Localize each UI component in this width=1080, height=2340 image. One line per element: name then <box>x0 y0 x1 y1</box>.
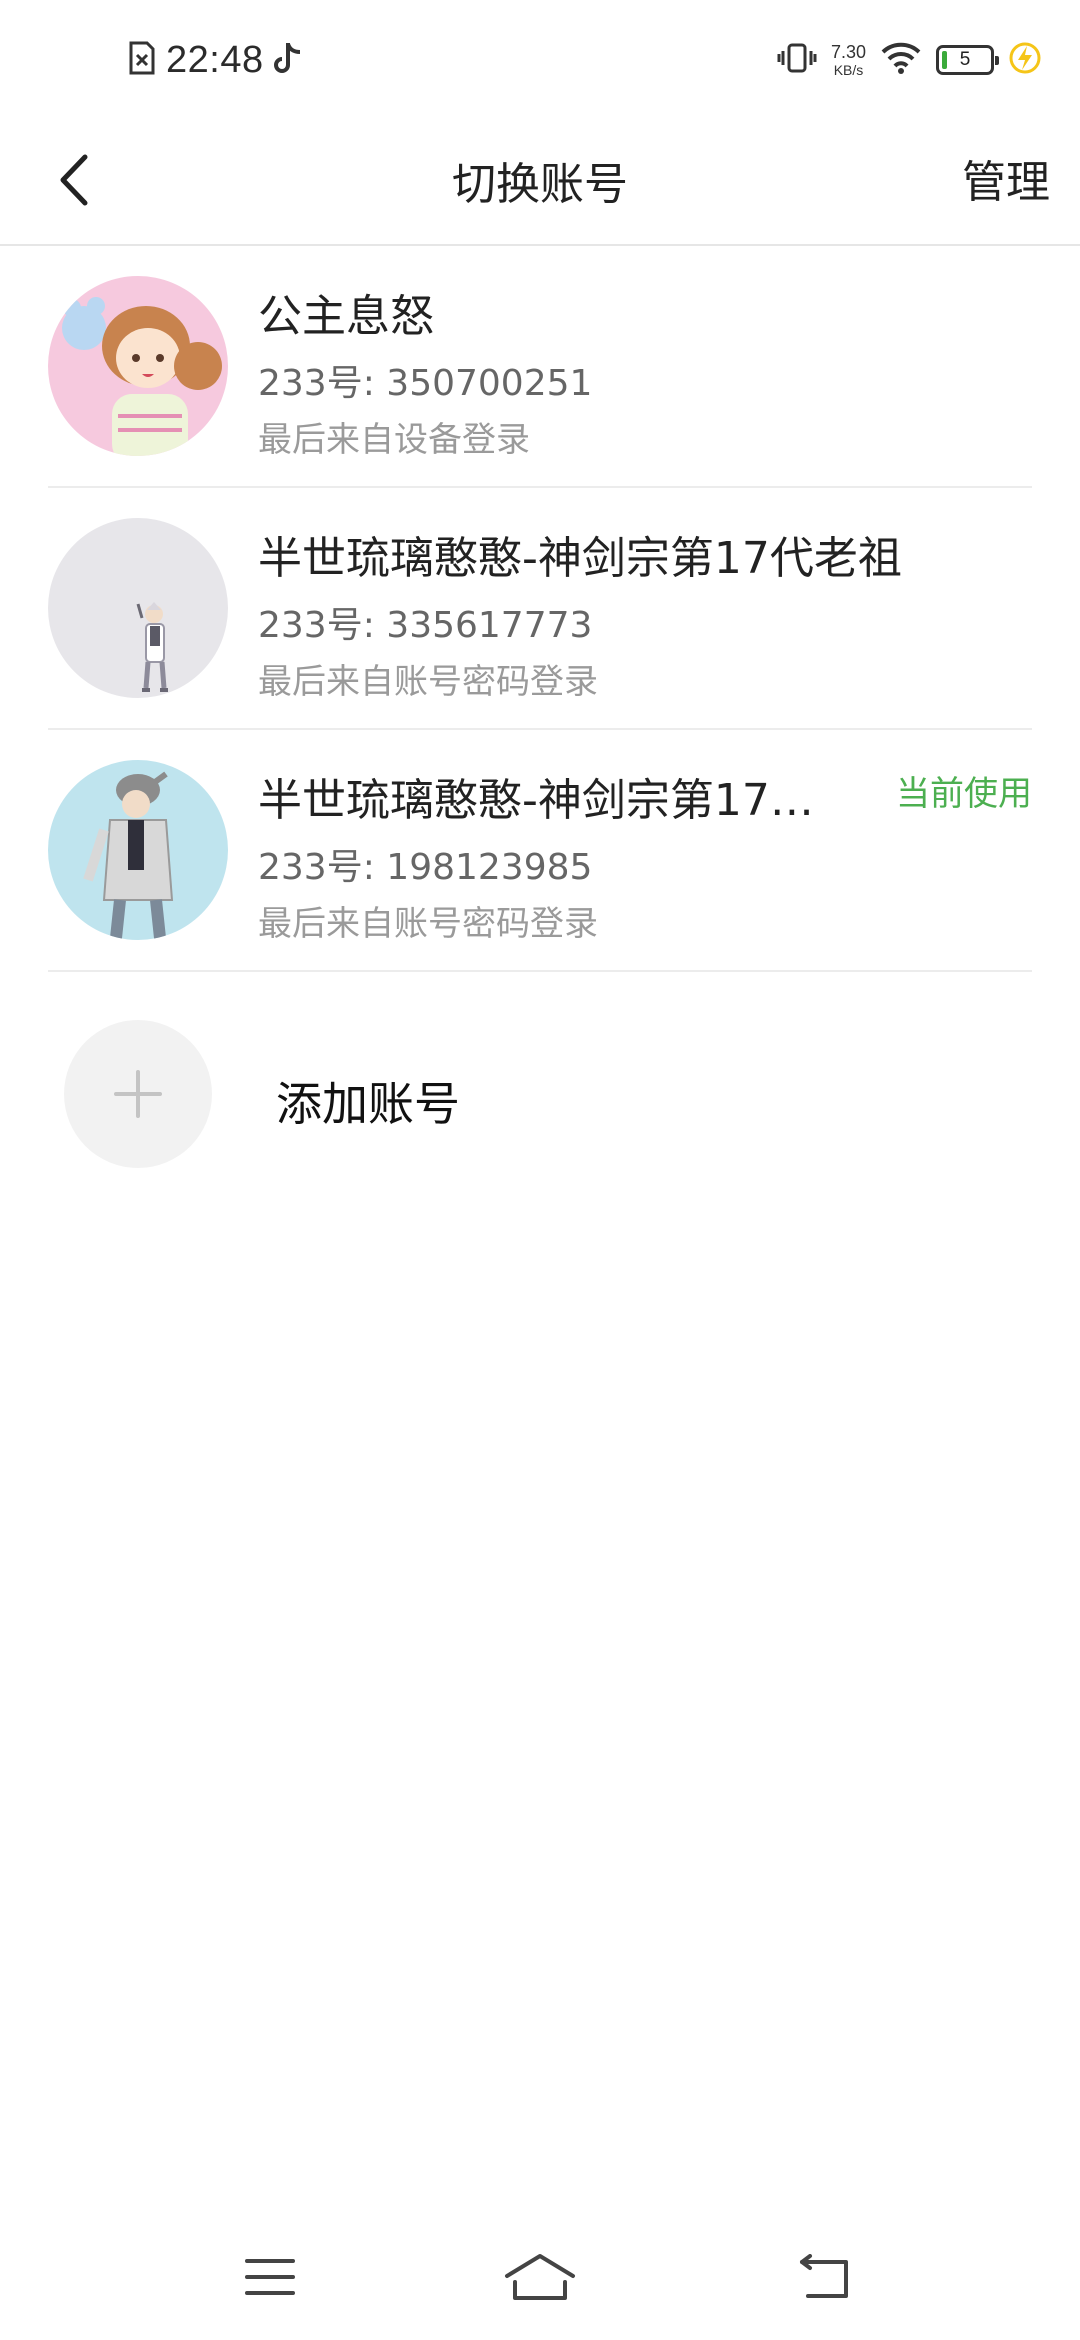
account-login-source: 最后来自账号密码登录 <box>258 904 598 944</box>
network-speed-value: 7.30 <box>830 42 866 62</box>
account-login-source: 最后来自设备登录 <box>258 420 530 460</box>
account-name: 半世琉璃憨憨-神剑宗第17代老祖 <box>258 533 902 584</box>
account-item-current[interactable]: 半世琉璃憨憨-神剑宗第17… 当前使用 233号: 198123985 最后来自… <box>48 730 1032 972</box>
manage-button[interactable]: 管理 <box>962 146 1050 210</box>
status-time: 22:48 <box>166 38 264 81</box>
charging-icon <box>1008 41 1042 79</box>
account-name: 半世琉璃憨憨-神剑宗第17… <box>258 775 814 826</box>
account-id: 233号: 350700251 <box>258 363 593 404</box>
account-item[interactable]: 半世琉璃憨憨-神剑宗第17代老祖 233号: 335617773 最后来自账号密… <box>48 488 1032 730</box>
network-speed: 7.30 KB/s <box>831 43 866 77</box>
sim-card-icon <box>128 40 156 80</box>
account-name: 公主息怒 <box>258 291 434 342</box>
back-nav-button[interactable] <box>778 2242 868 2312</box>
avatar <box>48 518 228 698</box>
account-id: 233号: 335617773 <box>258 605 593 646</box>
menu-nav-button[interactable] <box>225 2242 315 2312</box>
vibrate-icon <box>777 41 817 79</box>
avatar <box>48 276 228 456</box>
wifi-icon <box>880 41 922 79</box>
avatar <box>48 760 228 940</box>
account-login-source: 最后来自账号密码登录 <box>258 662 598 702</box>
home-nav-button[interactable] <box>495 2242 585 2312</box>
battery-level: 5 <box>959 49 971 70</box>
plus-icon <box>114 1070 162 1118</box>
account-id: 233号: 198123985 <box>258 847 593 888</box>
app-bar: 切换账号 管理 <box>0 118 1080 246</box>
add-account-label: 添加账号 <box>276 1077 460 1131</box>
system-nav-bar <box>0 2220 1080 2340</box>
page-title: 切换账号 <box>452 159 628 210</box>
add-account-button[interactable]: 添加账号 <box>48 1002 1032 1182</box>
add-account-circle <box>64 1020 212 1168</box>
status-right: 7.30 KB/s 5 <box>777 34 1042 86</box>
menu-icon <box>245 2259 295 2295</box>
tiktok-icon <box>273 41 304 79</box>
current-account-badge: 当前使用 <box>896 774 1032 814</box>
status-bar: 22:48 7.30 KB/s 5 <box>0 0 1080 118</box>
account-item[interactable]: 公主息怒 233号: 350700251 最后来自设备登录 <box>48 246 1032 488</box>
home-icon <box>505 2254 575 2300</box>
back-nav-icon <box>800 2254 848 2298</box>
network-speed-unit: KB/s <box>833 62 864 78</box>
status-left: 22:48 <box>128 34 304 86</box>
battery-icon: 5 <box>936 45 999 75</box>
account-list: 公主息怒 233号: 350700251 最后来自设备登录 半世琉璃憨憨-神剑宗… <box>48 246 1032 972</box>
